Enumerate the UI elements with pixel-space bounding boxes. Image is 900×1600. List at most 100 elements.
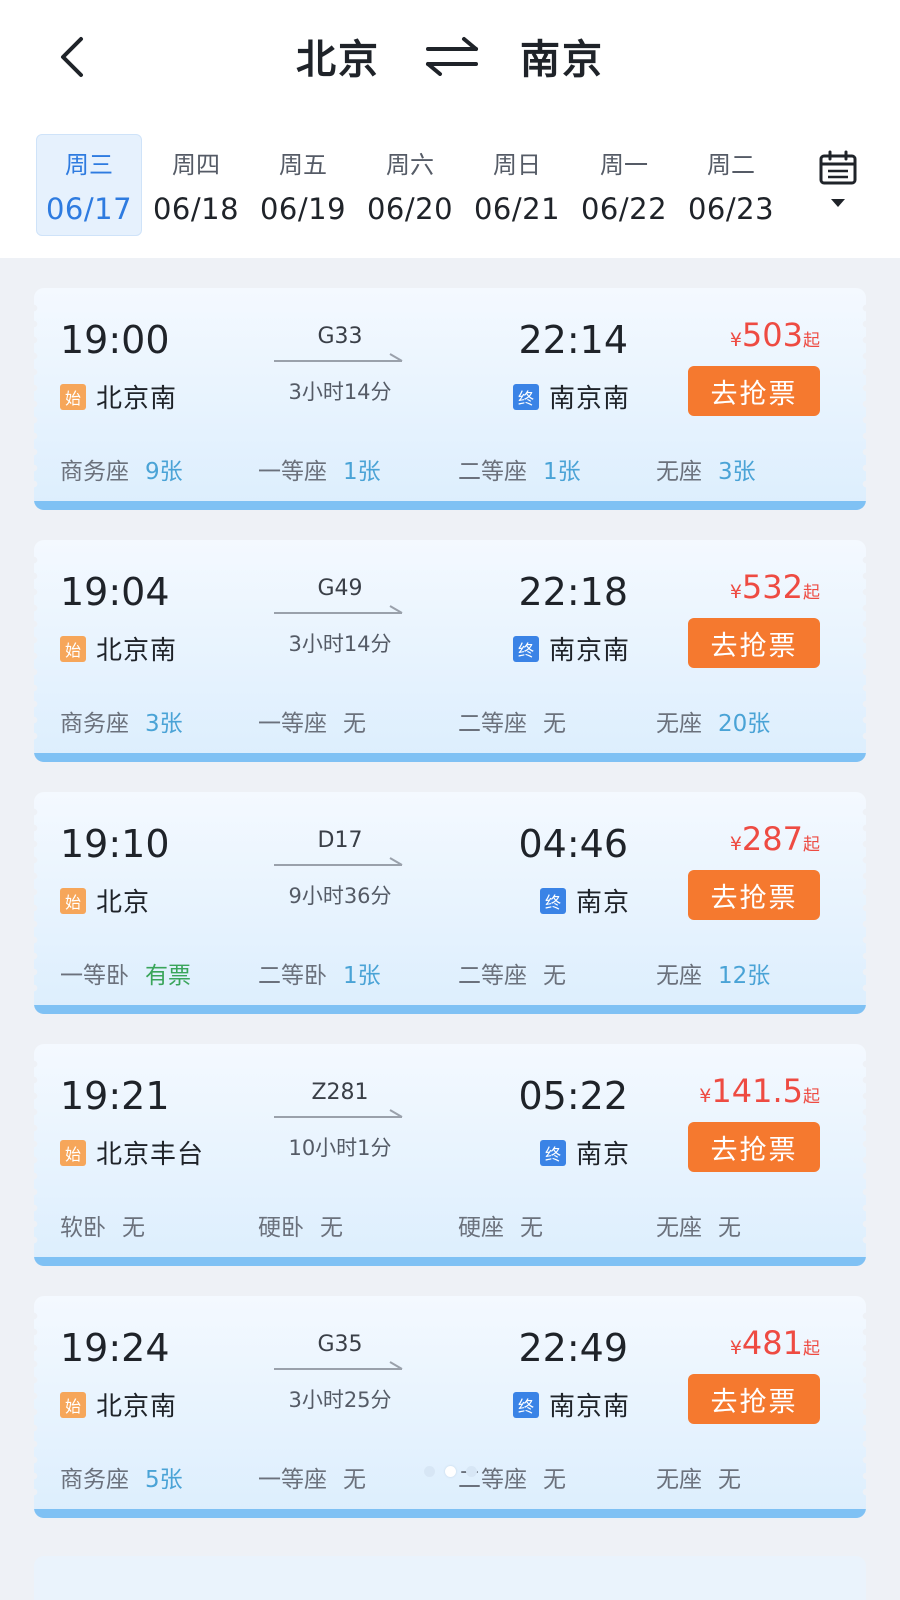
grab-ticket-button[interactable]: 去抢票 xyxy=(688,870,820,920)
train-card[interactable]: 19:00 G33 3小时14分 22:14 始 北京南 终 南京南 ¥ 503… xyxy=(34,288,866,510)
start-badge: 始 xyxy=(60,383,86,410)
price-suffix: 起 xyxy=(803,835,820,855)
seat-type: 二等座 xyxy=(458,711,527,737)
end-badge: 终 xyxy=(539,887,566,914)
seat-item: 硬座无 xyxy=(458,1208,543,1242)
seat-item: 软卧无 xyxy=(60,1208,145,1242)
price-amount: 287 xyxy=(741,820,803,858)
station-name: 南京 xyxy=(575,888,630,918)
trip-duration: 9小时36分 xyxy=(288,884,392,908)
seat-availability: 一等卧 有票 二等卧 1张 二等座无 无座 12张 xyxy=(60,956,860,989)
arrival-time: 04:46 xyxy=(518,822,628,866)
seat-type: 软卧 xyxy=(60,1215,106,1241)
train-card[interactable]: 19:21 Z281 10小时1分 05:22 始 北京丰台 终 南京 ¥ 14… xyxy=(34,1044,866,1266)
seat-item: 商务座 3张 xyxy=(60,704,183,738)
departure-station: 始 北京南 xyxy=(60,630,177,667)
currency-symbol: ¥ xyxy=(729,833,742,855)
date-tab-weekday: 周二 xyxy=(707,150,755,179)
ticket-edge xyxy=(860,552,866,742)
seat-count: 无 xyxy=(718,1215,741,1241)
departure-station: 始 北京 xyxy=(60,882,150,919)
seat-availability: 商务座 9张 一等座 1张 二等座 1张 无座 3张 xyxy=(60,452,860,485)
train-card[interactable]: 19:04 G49 3小时14分 22:18 始 北京南 终 南京南 ¥ 532… xyxy=(34,540,866,762)
calendar-button[interactable] xyxy=(816,150,860,220)
date-tab[interactable]: 周一 06/22 xyxy=(571,134,677,236)
swap-button[interactable] xyxy=(424,36,480,76)
seat-type: 二等座 xyxy=(458,459,527,485)
grab-ticket-button[interactable]: 去抢票 xyxy=(688,1374,820,1424)
arrival-time: 05:22 xyxy=(518,1074,628,1118)
seat-item: 无座 12张 xyxy=(656,956,770,990)
ticket-edge xyxy=(34,300,40,490)
grab-ticket-button[interactable]: 去抢票 xyxy=(688,366,820,416)
ticket-edge xyxy=(34,552,40,742)
seat-type: 硬卧 xyxy=(258,1215,304,1241)
seat-count: 无 xyxy=(543,963,566,989)
train-card[interactable]: 19:24 G35 3小时25分 22:49 始 北京南 终 南京南 ¥ 481… xyxy=(34,1296,866,1518)
train-number: D17 xyxy=(317,828,363,853)
start-badge: 始 xyxy=(60,1391,86,1418)
date-tab-weekday: 周三 xyxy=(65,150,113,179)
departure-time: 19:24 xyxy=(60,1326,170,1370)
trip-duration: 10小时1分 xyxy=(288,1136,392,1160)
departure-time: 19:21 xyxy=(60,1074,170,1118)
seat-type: 无座 xyxy=(656,459,702,485)
departure-time: 19:00 xyxy=(60,318,170,362)
date-tab[interactable]: 周四 06/18 xyxy=(143,134,249,236)
currency-symbol: ¥ xyxy=(729,581,742,603)
grab-ticket-button[interactable]: 去抢票 xyxy=(688,618,820,668)
seat-count: 无 xyxy=(543,711,566,737)
seat-count: 3张 xyxy=(145,711,183,737)
seat-count: 12张 xyxy=(718,963,771,989)
price: ¥ 532 起 xyxy=(730,568,820,606)
direction-arrow-icon xyxy=(274,1361,403,1370)
seat-type: 一等座 xyxy=(258,459,327,485)
seat-count: 3张 xyxy=(718,459,756,485)
page-dot-active xyxy=(444,1466,456,1477)
price: ¥ 503 起 xyxy=(730,316,820,354)
grab-ticket-button[interactable]: 去抢票 xyxy=(688,1122,820,1172)
date-tab-date: 06/23 xyxy=(687,191,775,226)
price-suffix: 起 xyxy=(803,583,820,603)
seat-count: 1张 xyxy=(543,459,581,485)
station-name: 南京 xyxy=(575,1140,630,1170)
date-tab[interactable]: 周日 06/21 xyxy=(464,134,570,236)
seat-count: 1张 xyxy=(343,963,381,989)
seat-type: 无座 xyxy=(656,963,702,989)
date-tab-weekday: 周四 xyxy=(172,150,220,179)
price-amount: 503 xyxy=(741,316,803,354)
seat-count: 无 xyxy=(320,1215,343,1241)
from-city[interactable]: 北京 xyxy=(296,27,380,85)
train-card[interactable]: 19:10 D17 9小时36分 04:46 始 北京 终 南京 ¥ 287 起… xyxy=(34,792,866,1014)
seat-item: 一等座 1张 xyxy=(258,452,381,486)
date-tab-date: 06/20 xyxy=(366,191,454,226)
seat-item: 无座 20张 xyxy=(656,704,770,738)
date-tab[interactable]: 周五 06/19 xyxy=(250,134,356,236)
seat-count: 无 xyxy=(520,1215,543,1241)
end-badge: 终 xyxy=(512,635,539,662)
date-tab-date: 06/21 xyxy=(473,191,561,226)
date-tab[interactable]: 周六 06/20 xyxy=(357,134,463,236)
date-tab-date: 06/19 xyxy=(259,191,347,226)
seat-type: 一等座 xyxy=(258,711,327,737)
seat-count: 1张 xyxy=(343,459,381,485)
date-tab-date: 06/18 xyxy=(152,191,240,226)
date-tab[interactable]: 周二 06/23 xyxy=(678,134,784,236)
direction-arrow-icon xyxy=(274,1109,403,1118)
station-name: 北京南 xyxy=(96,636,178,666)
end-badge: 终 xyxy=(539,1139,566,1166)
seat-item: 二等座 1张 xyxy=(458,452,581,486)
to-city[interactable]: 南京 xyxy=(520,27,604,85)
date-tab[interactable]: 周三 06/17 xyxy=(36,134,142,236)
price-amount: 141.5 xyxy=(711,1072,803,1110)
calendar-icon xyxy=(819,150,857,185)
arrival-time: 22:14 xyxy=(518,318,628,362)
end-badge: 终 xyxy=(512,1391,539,1418)
train-number: G35 xyxy=(317,1332,363,1357)
station-name: 南京南 xyxy=(548,1392,630,1422)
date-tab-date: 06/22 xyxy=(580,191,668,226)
seat-availability: 软卧无 硬卧无 硬座无 无座无 xyxy=(60,1208,860,1241)
ticket-edge xyxy=(860,804,866,994)
seat-item: 无座无 xyxy=(656,1208,741,1242)
currency-symbol: ¥ xyxy=(699,1085,712,1107)
